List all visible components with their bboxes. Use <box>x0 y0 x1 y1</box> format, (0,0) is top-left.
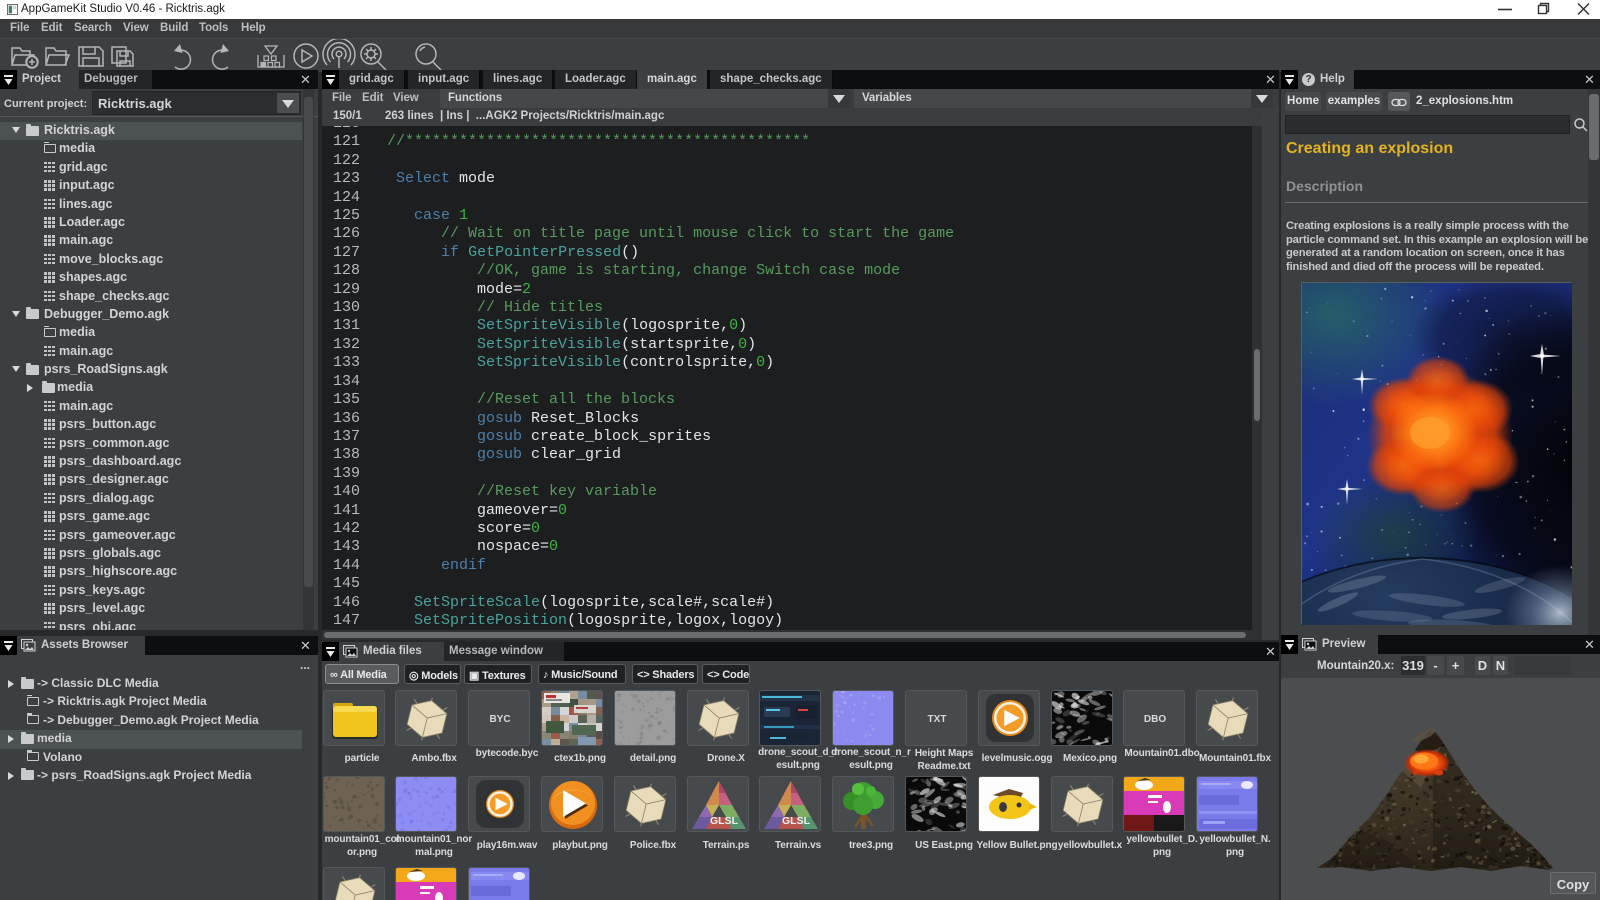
svg-text:TXT: TXT <box>928 714 947 725</box>
svg-text:DBO: DBO <box>1144 714 1166 725</box>
svg-text:BYC: BYC <box>489 714 510 725</box>
svg-text:GLSL: GLSL <box>710 815 739 827</box>
svg-text:GLSL: GLSL <box>782 815 811 827</box>
